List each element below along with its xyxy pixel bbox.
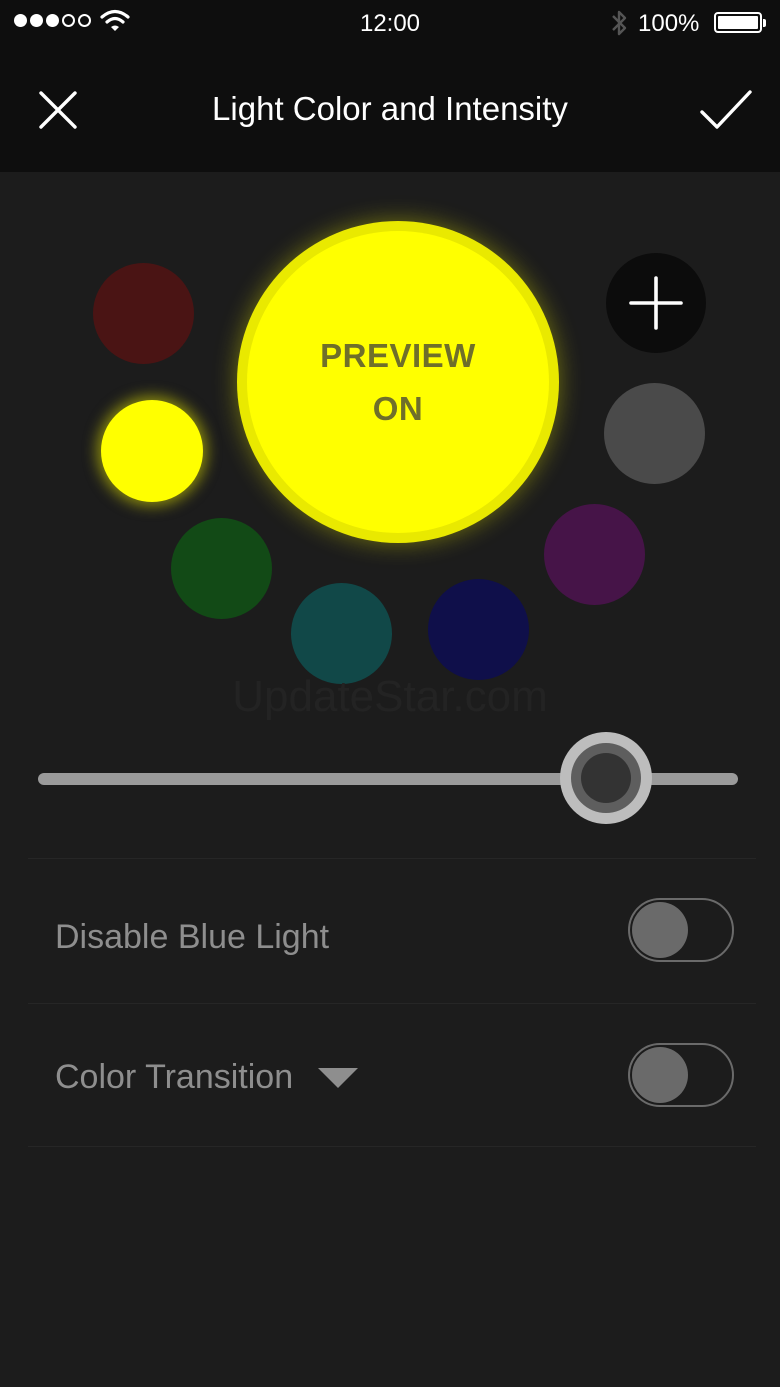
bluetooth-icon <box>612 10 627 36</box>
plus-icon <box>629 276 683 330</box>
battery-icon <box>714 12 766 33</box>
divider <box>28 1003 756 1004</box>
preview-state-label: ON <box>372 390 424 427</box>
checkmark-icon <box>700 90 752 129</box>
color-swatch-navy[interactable] <box>428 579 529 680</box>
confirm-button[interactable] <box>698 86 754 134</box>
color-transition-label: Color Transition <box>55 1058 294 1096</box>
preview-button[interactable]: PREVIEW ON <box>247 231 549 533</box>
page-title: Light Color and Intensity <box>212 90 568 127</box>
color-swatch-teal[interactable] <box>291 583 392 684</box>
disable-blue-light-label: Disable Blue Light <box>55 918 330 956</box>
toggle-knob <box>632 1047 688 1103</box>
top-bar: 12:00 100% Light Color and Intensity <box>0 0 780 172</box>
color-transition-toggle[interactable] <box>628 1043 734 1107</box>
color-swatch-dark-red[interactable] <box>93 263 194 364</box>
divider <box>28 858 756 859</box>
color-swatch-yellow[interactable] <box>101 400 203 502</box>
color-swatch-green[interactable] <box>171 518 272 619</box>
toggle-knob <box>632 902 688 958</box>
watermark: UpdateStar.com <box>232 672 548 721</box>
preview-label: PREVIEW <box>320 337 476 374</box>
intensity-slider-thumb[interactable] <box>560 732 652 824</box>
color-swatch-gray[interactable] <box>604 383 705 484</box>
disable-blue-light-toggle[interactable] <box>628 898 734 962</box>
color-swatch-purple[interactable] <box>544 504 645 605</box>
status-bar: 12:00 100% <box>0 0 780 46</box>
battery-percentage: 100% <box>638 10 700 37</box>
divider <box>28 1146 756 1147</box>
add-color-button[interactable] <box>606 253 706 353</box>
caret-down-icon[interactable] <box>318 1068 358 1088</box>
